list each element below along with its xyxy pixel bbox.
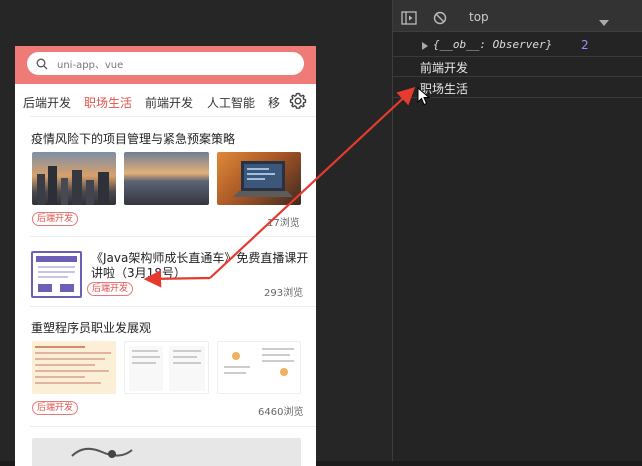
article-tag: 后端开发 [32,401,79,415]
article-image [217,152,301,205]
divider [30,306,316,307]
search-input[interactable]: uni-app、vue [27,52,304,75]
phone-screen: uni-app、vue 后端开发 职场生活 前端开发 人工智能 移 疫情风险下的… [15,46,316,466]
divider [393,56,642,57]
search-placeholder: uni-app、vue [57,60,124,71]
article-image [217,341,301,394]
article-views: 293浏览 [264,288,304,299]
console-toolbar: top [393,0,642,32]
tab-frontend[interactable]: 前端开发 [145,91,193,111]
article-title-line-2: 讲啦（3月18号） [91,266,186,280]
chevron-down-icon[interactable] [599,12,609,31]
tab-ai[interactable]: 人工智能 [207,91,255,111]
divider [30,426,316,427]
tab-more[interactable]: 移 [268,91,280,111]
tab-backend[interactable]: 后端开发 [23,91,71,111]
article-title: 疫情风险下的项目管理与紧急预案策略 [31,132,236,146]
search-header: uni-app、vue [15,46,316,84]
article-image [124,341,209,394]
tab-career[interactable]: 职场生活 [84,91,132,111]
mouse-cursor-icon [417,86,431,111]
article-tag: 后端开发 [87,282,134,296]
article-image-partial [32,438,301,466]
article-views: 17浏览 [267,218,300,229]
article-image [32,341,116,394]
object-count: 2 [581,38,589,52]
simulator-panel: uni-app、vue 后端开发 职场生活 前端开发 人工智能 移 疫情风险下的… [0,0,392,466]
article-image [124,152,209,205]
expand-arrow-icon[interactable] [421,40,429,54]
article-image [31,251,82,298]
clear-console-icon[interactable] [433,10,447,29]
divider [30,236,316,237]
sidebar-toggle-icon[interactable] [401,10,417,29]
divider [30,116,316,117]
category-tabs: 后端开发 职场生活 前端开发 人工智能 移 [15,84,316,114]
search-icon [36,57,49,70]
article-title: 重塑程序员职业发展观 [31,321,152,335]
context-selector[interactable]: top [469,10,489,24]
log-text: 前端开发 [420,61,469,75]
divider [393,76,642,77]
article-tag: 后端开发 [32,212,79,226]
article-views: 6460浏览 [258,407,304,418]
devtools-console: top {__ob__: Observer} 2 前端开发 职场生活 [392,0,642,461]
object-preview: {__ob__: Observer} [433,38,553,51]
gear-icon[interactable] [288,91,308,111]
article-image [32,152,116,205]
